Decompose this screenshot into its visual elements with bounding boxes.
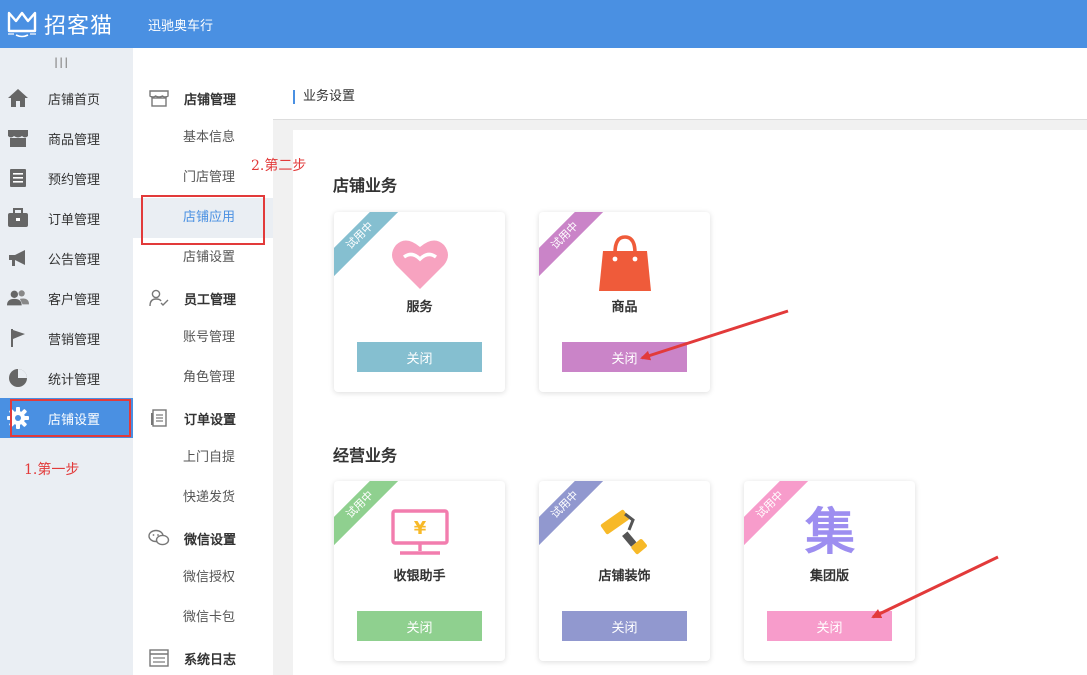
arrow-to-product-close: [640, 309, 789, 361]
arrow-to-group-close: [871, 555, 999, 619]
annotation-arrows: [640, 309, 999, 619]
